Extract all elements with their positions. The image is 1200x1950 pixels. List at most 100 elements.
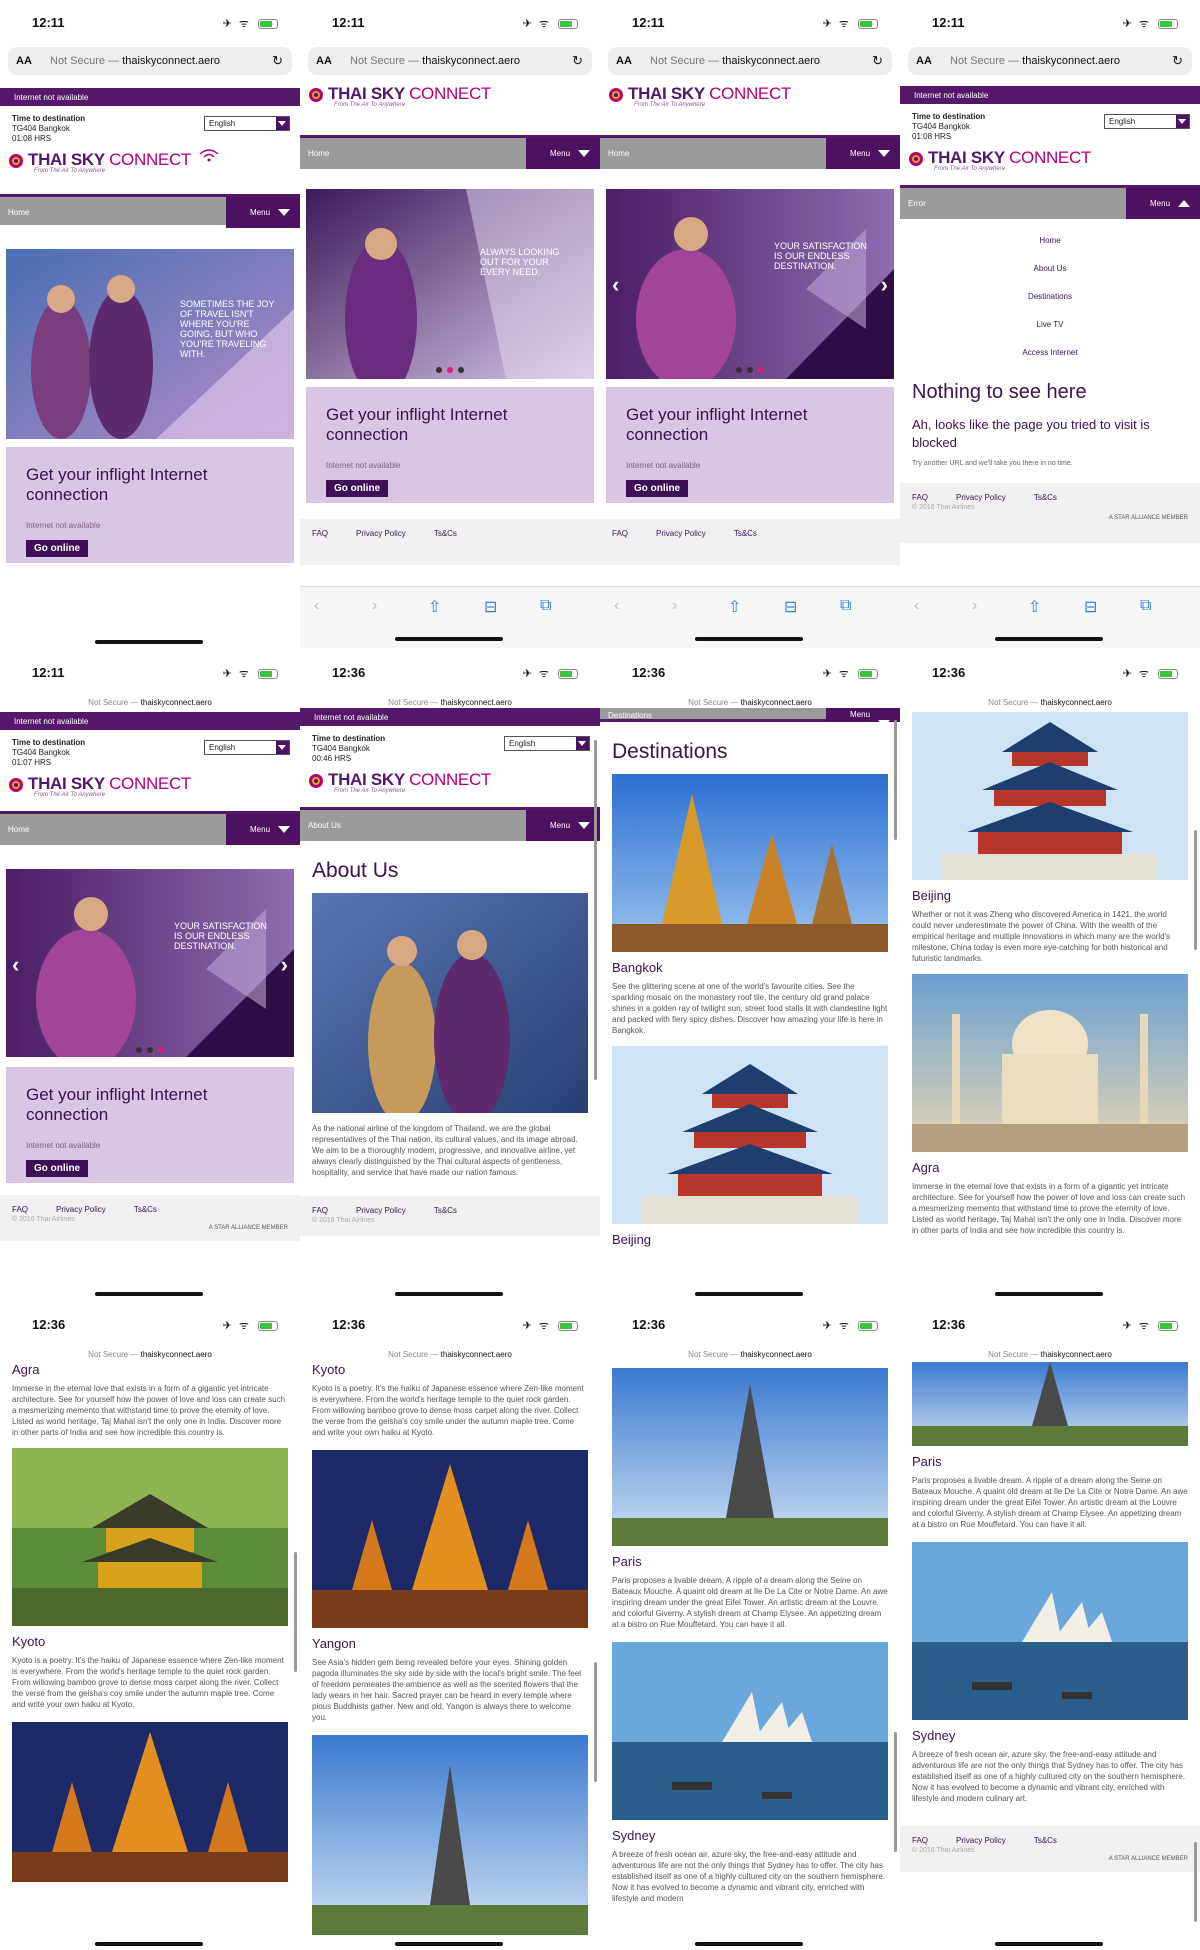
go-online-button[interactable]: Go online [26,540,89,557]
language-select[interactable]: English [504,736,590,751]
chevron-left-icon[interactable]: ‹ [314,597,319,615]
scrollbar[interactable] [594,1662,597,1782]
share-icon[interactable]: ⇧ [1028,597,1041,617]
privacy-link[interactable]: Privacy Policy [656,529,706,538]
terms-link[interactable]: Ts&Cs [134,1205,157,1214]
compact-url[interactable]: Not Secure — thaiskyconnect.aero [300,698,600,707]
faq-link[interactable]: FAQ [912,1836,928,1845]
menu-button[interactable]: Menu [226,197,300,228]
privacy-link[interactable]: Privacy Policy [356,1206,406,1215]
faq-link[interactable]: FAQ [312,529,328,538]
breadcrumb[interactable]: Home [608,149,629,158]
terms-link[interactable]: Ts&Cs [1034,493,1057,502]
faq-link[interactable]: FAQ [912,493,928,502]
terms-link[interactable]: Ts&Cs [434,529,457,538]
carousel-prev-icon[interactable]: ‹ [12,952,19,978]
chevron-right-icon[interactable]: › [672,597,677,615]
reload-icon[interactable]: ↻ [272,53,283,69]
book-icon[interactable]: ⊟ [784,597,797,617]
scrollbar[interactable] [1194,830,1197,950]
breadcrumb[interactable]: Home [8,825,29,834]
terms-link[interactable]: Ts&Cs [434,1206,457,1215]
menu-button[interactable]: Menu [826,708,900,727]
menu-button[interactable]: Menu [826,138,900,169]
breadcrumb[interactable]: Error [908,199,926,208]
breadcrumb[interactable]: About Us [308,821,341,830]
go-online-button[interactable]: Go online [326,480,389,497]
compact-url[interactable]: Not Secure — thaiskyconnect.aero [600,1350,900,1359]
privacy-link[interactable]: Privacy Policy [56,1205,106,1214]
terms-link[interactable]: Ts&Cs [1034,1836,1057,1845]
compact-url[interactable]: Not Secure — thaiskyconnect.aero [600,698,900,707]
reload-icon[interactable]: ↻ [872,53,883,69]
faq-link[interactable]: FAQ [12,1205,28,1214]
hero-carousel[interactable]: Always looking out for your every need. [306,189,594,379]
privacy-link[interactable]: Privacy Policy [956,1836,1006,1845]
logo[interactable]: THAI SKY CONNECT From The Air To Anywher… [0,768,300,814]
menu-item-destinations[interactable]: Destinations [900,283,1200,311]
menu-item-about[interactable]: About Us [900,255,1200,283]
breadcrumb[interactable]: Home [8,208,29,217]
faq-link[interactable]: FAQ [612,529,628,538]
carousel-next-icon[interactable]: › [281,952,288,978]
breadcrumb[interactable]: Destinations [608,711,652,720]
compact-url[interactable]: Not Secure — thaiskyconnect.aero [0,698,300,707]
reader-aa-button[interactable]: AA [916,55,932,67]
reader-aa-button[interactable]: AA [316,55,332,67]
language-select[interactable]: English [1104,114,1190,129]
compact-url[interactable]: Not Secure — thaiskyconnect.aero [0,1350,300,1359]
scrollbar[interactable] [594,740,597,1080]
menu-item-access-internet[interactable]: Access Internet [900,339,1200,367]
menu-button[interactable]: Menu [526,810,600,841]
share-icon[interactable]: ⇧ [428,597,441,617]
address-bar[interactable]: AA Not Secure — thaiskyconnect.aero ↻ [8,47,292,75]
scrollbar[interactable] [894,1732,897,1852]
address-bar[interactable]: AA Not Secure — thaiskyconnect.aero ↻ [908,47,1192,75]
compact-url[interactable]: Not Secure — thaiskyconnect.aero [900,1350,1200,1359]
hero-carousel[interactable]: Sometimes the joy of travel isn't where … [6,249,294,439]
privacy-link[interactable]: Privacy Policy [356,529,406,538]
carousel-dots[interactable] [436,367,464,373]
chevron-left-icon[interactable]: ‹ [614,597,619,615]
hero-carousel[interactable]: ‹ › Your satisfaction is our endless des… [6,869,294,1059]
chevron-right-icon[interactable]: › [372,597,377,615]
reload-icon[interactable]: ↻ [572,53,583,69]
menu-button[interactable]: Menu [226,814,300,845]
reader-aa-button[interactable]: AA [616,55,632,67]
chevron-left-icon[interactable]: ‹ [914,597,919,615]
compact-url[interactable]: Not Secure — thaiskyconnect.aero [300,1350,600,1359]
carousel-prev-icon[interactable]: ‹ [612,272,619,298]
faq-link[interactable]: FAQ [312,1206,328,1215]
scrollbar[interactable] [894,720,897,840]
tabs-icon[interactable]: ⧉ [840,597,851,615]
scrollbar[interactable] [294,1552,297,1672]
logo[interactable]: THAI SKY CONNECT From The Air To Anywher… [600,78,900,138]
scrollbar[interactable] [1194,1842,1197,1922]
compact-url[interactable]: Not Secure — thaiskyconnect.aero [900,698,1200,707]
menu-button[interactable]: Menu [526,138,600,169]
reload-icon[interactable]: ↻ [1172,53,1183,69]
menu-item-live-tv[interactable]: Live TV [900,311,1200,339]
address-bar[interactable]: AA Not Secure — thaiskyconnect.aero ↻ [608,47,892,75]
chevron-right-icon[interactable]: › [972,597,977,615]
breadcrumb[interactable]: Home [308,149,329,158]
tabs-icon[interactable]: ⧉ [1140,597,1151,615]
carousel-dots[interactable] [136,1047,164,1053]
address-bar[interactable]: AA Not Secure — thaiskyconnect.aero ↻ [308,47,592,75]
share-icon[interactable]: ⇧ [728,597,741,617]
privacy-link[interactable]: Privacy Policy [956,493,1006,502]
language-select[interactable]: English [204,740,290,755]
go-online-button[interactable]: Go online [626,480,689,497]
menu-item-home[interactable]: Home [900,227,1200,255]
language-select[interactable]: English [204,116,290,131]
reader-aa-button[interactable]: AA [16,55,32,67]
carousel-dots[interactable] [736,367,764,373]
hero-carousel[interactable]: ‹ › Your satisfaction is our endless des… [606,189,894,379]
go-online-button[interactable]: Go online [26,1160,89,1177]
tabs-icon[interactable]: ⧉ [540,597,551,615]
terms-link[interactable]: Ts&Cs [734,529,757,538]
logo[interactable]: THAI SKY CONNECT From The Air To Anywher… [300,764,600,810]
book-icon[interactable]: ⊟ [484,597,497,617]
logo[interactable]: THAI SKY CONNECT From The Air To Anywher… [300,78,600,138]
logo[interactable]: THAI SKY CONNECT From The Air To Anywher… [0,144,300,190]
